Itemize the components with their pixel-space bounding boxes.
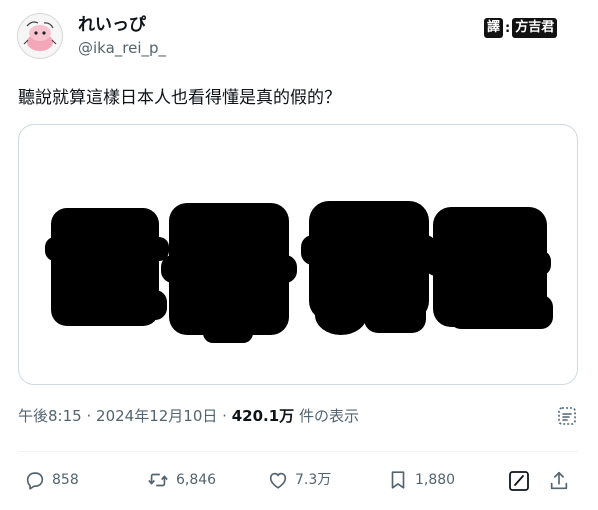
repost-button[interactable]: 6,846 bbox=[146, 469, 216, 491]
user-handle[interactable]: @ika_rei_p_ bbox=[78, 38, 166, 58]
edit-icon bbox=[509, 471, 529, 491]
edit-button[interactable] bbox=[507, 469, 531, 493]
like-icon bbox=[269, 472, 287, 489]
divider bbox=[18, 451, 578, 452]
translation-colon: : bbox=[505, 20, 511, 36]
display-name[interactable]: れいっぴ bbox=[78, 14, 146, 36]
reply-icon bbox=[26, 472, 44, 490]
like-count: 7.3万 bbox=[295, 472, 332, 488]
views-label: 件の表示 bbox=[298, 407, 359, 425]
like-button[interactable]: 7.3万 bbox=[267, 469, 331, 491]
blurred-text-image bbox=[45, 201, 553, 343]
bookmark-button[interactable]: 1,880 bbox=[387, 469, 455, 491]
avatar-illustration bbox=[18, 14, 62, 58]
meta-separator: · bbox=[86, 407, 92, 425]
translator-badge: 譯 : 方吉君 bbox=[484, 18, 558, 38]
repost-icon bbox=[148, 473, 168, 487]
reply-count: 858 bbox=[52, 472, 79, 488]
tweet-text: 聽說就算這樣日本人也看得懂是真的假的？ bbox=[18, 88, 341, 108]
avatar[interactable] bbox=[17, 13, 63, 59]
bookmark-icon bbox=[391, 471, 405, 489]
grok-icon[interactable] bbox=[556, 405, 578, 427]
repost-count: 6,846 bbox=[176, 472, 217, 488]
translation-label: 譯 bbox=[484, 18, 504, 38]
meta-separator: · bbox=[222, 407, 227, 425]
tweet-image[interactable] bbox=[18, 124, 578, 385]
tweet-date[interactable]: 2024年12月10日 bbox=[96, 407, 217, 425]
tweet-metadata: 午後8:15 · 2024年12月10日 · 420.1万 件の表示 bbox=[18, 405, 359, 427]
translator-name: 方吉君 bbox=[512, 18, 558, 38]
share-button[interactable] bbox=[548, 469, 570, 493]
tweet-time[interactable]: 午後8:15 bbox=[18, 407, 82, 425]
views-count: 420.1万 bbox=[231, 407, 295, 425]
reply-button[interactable]: 858 bbox=[24, 469, 79, 491]
bookmark-count: 1,880 bbox=[415, 472, 456, 488]
share-icon bbox=[550, 471, 568, 490]
